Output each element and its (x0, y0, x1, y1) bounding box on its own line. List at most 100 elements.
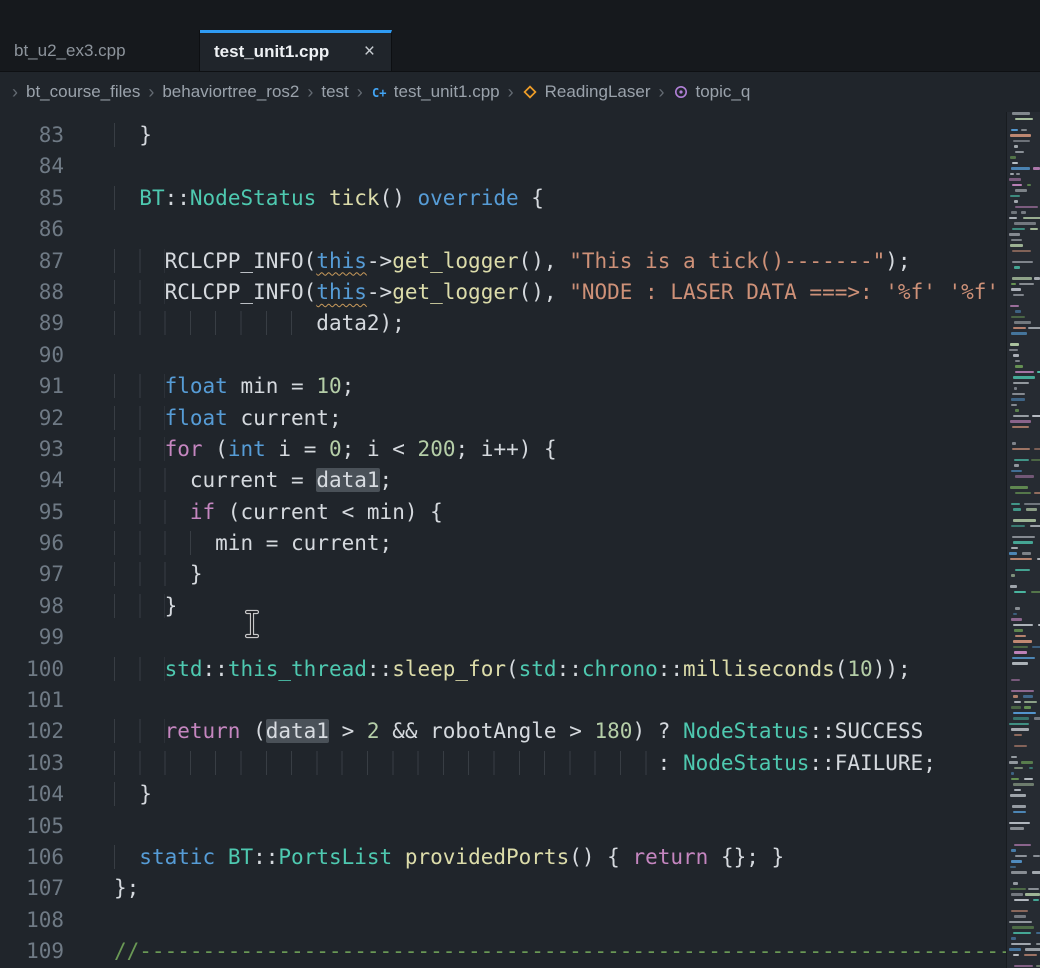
chevron-right-icon: › (357, 82, 363, 103)
line-number: 89 (0, 308, 64, 339)
line-number: 102 (0, 716, 64, 747)
breadcrumb-label: behaviortree_ros2 (162, 82, 299, 102)
line-number: 94 (0, 465, 64, 496)
breadcrumb-item-readinglaser[interactable]: ReadingLaser (522, 82, 651, 102)
code-line[interactable]: 96 min = current; (0, 528, 1040, 559)
tab-bt-u2-ex3-cpp[interactable]: bt_u2_ex3.cpp (0, 30, 200, 71)
line-number: 104 (0, 779, 64, 810)
breadcrumb-item-bt-course-files[interactable]: bt_course_files (26, 82, 140, 102)
line-number: 96 (0, 528, 64, 559)
code-line-text: }; (114, 873, 139, 904)
code-line[interactable]: 95 if (current < min) { (0, 497, 1040, 528)
breadcrumb-item-behaviortree-ros2[interactable]: behaviortree_ros2 (162, 82, 299, 102)
code-line-text: RCLCPP_INFO(this->get_logger(), "NODE : … (114, 277, 999, 308)
tab-test-unit1-cpp[interactable]: test_unit1.cpp × (200, 30, 392, 71)
code-line[interactable]: 87 RCLCPP_INFO(this->get_logger(), "This… (0, 246, 1040, 277)
chevron-right-icon: › (508, 82, 514, 103)
line-number: 108 (0, 905, 64, 936)
chevron-right-icon: › (659, 82, 665, 103)
code-line-text: } (114, 779, 152, 810)
breadcrumb-item-test-unit1-cpp[interactable]: C+ test_unit1.cpp (371, 82, 500, 102)
svg-text:C+: C+ (372, 86, 386, 100)
code-line[interactable]: 102 return (data1 > 2 && robotAngle > 18… (0, 716, 1040, 747)
code-line[interactable]: 94 current = data1; (0, 465, 1040, 496)
field-symbol-icon (673, 84, 690, 101)
code-line-text: } (114, 591, 177, 622)
line-number: 84 (0, 151, 64, 182)
code-line[interactable]: 91 float min = 10; (0, 371, 1040, 402)
code-line[interactable]: 108 (0, 905, 1040, 936)
chevron-right-icon: › (148, 82, 154, 103)
code-line[interactable]: 97 } (0, 559, 1040, 590)
code-line[interactable]: 89 data2); (0, 308, 1040, 339)
code-line[interactable]: 86 (0, 214, 1040, 245)
line-number: 86 (0, 214, 64, 245)
chevron-right-icon: › (307, 82, 313, 103)
code-line[interactable]: 109 //-----------------------------------… (0, 936, 1040, 967)
code-line[interactable]: 105 (0, 811, 1040, 842)
code-line-text: RCLCPP_INFO(this->get_logger(), "This is… (114, 246, 911, 277)
minimap[interactable] (1006, 112, 1040, 968)
line-number: 109 (0, 936, 64, 967)
code-line[interactable]: 85 BT::NodeStatus tick() override { (0, 183, 1040, 214)
code-line-text: float current; (114, 403, 342, 434)
code-line-text: return (data1 > 2 && robotAngle > 180) ?… (114, 716, 923, 747)
code-line[interactable]: 84 (0, 151, 1040, 182)
code-line[interactable]: 100 std::this_thread::sleep_for(std::chr… (0, 654, 1040, 685)
tab-label: bt_u2_ex3.cpp (14, 41, 126, 61)
code-line[interactable]: 101 (0, 685, 1040, 716)
close-icon[interactable]: × (362, 41, 377, 63)
line-number: 91 (0, 371, 64, 402)
code-line-text: } (114, 559, 203, 590)
title-bar (0, 0, 1040, 30)
code-line-text: BT::NodeStatus tick() override { (114, 183, 544, 214)
line-number: 105 (0, 811, 64, 842)
code-line[interactable]: 98 } (0, 591, 1040, 622)
code-line[interactable]: 92 float current; (0, 403, 1040, 434)
line-number: 88 (0, 277, 64, 308)
code-line-text: data2); (114, 308, 405, 339)
code-line[interactable]: 88 RCLCPP_INFO(this->get_logger(), "NODE… (0, 277, 1040, 308)
code-lines[interactable]: 83 }8485 BT::NodeStatus tick() override … (0, 112, 1040, 968)
tab-label: test_unit1.cpp (214, 42, 329, 62)
line-number: 93 (0, 434, 64, 465)
code-line-text: //--------------------------------------… (114, 936, 1024, 967)
code-editor[interactable]: 83 }8485 BT::NodeStatus tick() override … (0, 112, 1040, 968)
breadcrumb-label: test_unit1.cpp (394, 82, 500, 102)
code-line[interactable]: 106 static BT::PortsList providedPorts()… (0, 842, 1040, 873)
chevron-right-icon: › (12, 82, 18, 103)
line-number: 106 (0, 842, 64, 873)
breadcrumb-label: bt_course_files (26, 82, 140, 102)
line-number: 98 (0, 591, 64, 622)
code-line[interactable]: 103 : NodeStatus::FAILURE; (0, 748, 1040, 779)
line-number: 87 (0, 246, 64, 277)
code-line[interactable]: 93 for (int i = 0; i < 200; i++) { (0, 434, 1040, 465)
line-number: 95 (0, 497, 64, 528)
line-number: 85 (0, 183, 64, 214)
code-line-text: if (current < min) { (114, 497, 443, 528)
code-line-text: float min = 10; (114, 371, 354, 402)
class-symbol-icon (522, 84, 539, 101)
line-number: 97 (0, 559, 64, 590)
line-number: 92 (0, 403, 64, 434)
code-line[interactable]: 104 } (0, 779, 1040, 810)
code-line[interactable]: 90 (0, 340, 1040, 371)
vscode-window: bt_u2_ex3.cpp test_unit1.cpp × › bt_cour… (0, 0, 1040, 968)
line-number: 107 (0, 873, 64, 904)
code-line[interactable]: 99 (0, 622, 1040, 653)
breadcrumb-item-test[interactable]: test (321, 82, 348, 102)
breadcrumb-label: topic_q (696, 82, 751, 102)
cpp-file-icon: C+ (371, 84, 388, 101)
code-line[interactable]: 107}; (0, 873, 1040, 904)
breadcrumb: › bt_course_files › behaviortree_ros2 › … (0, 72, 1040, 112)
line-number: 90 (0, 340, 64, 371)
line-number: 103 (0, 748, 64, 779)
code-line-text: static BT::PortsList providedPorts() { r… (114, 842, 784, 873)
line-number: 99 (0, 622, 64, 653)
code-line[interactable]: 83 } (0, 120, 1040, 151)
code-line-text: : NodeStatus::FAILURE; (114, 748, 936, 779)
code-line-text: std::this_thread::sleep_for(std::chrono:… (114, 654, 911, 685)
breadcrumb-item-topic[interactable]: topic_q (673, 82, 751, 102)
line-number: 83 (0, 120, 64, 151)
code-line-text: for (int i = 0; i < 200; i++) { (114, 434, 557, 465)
